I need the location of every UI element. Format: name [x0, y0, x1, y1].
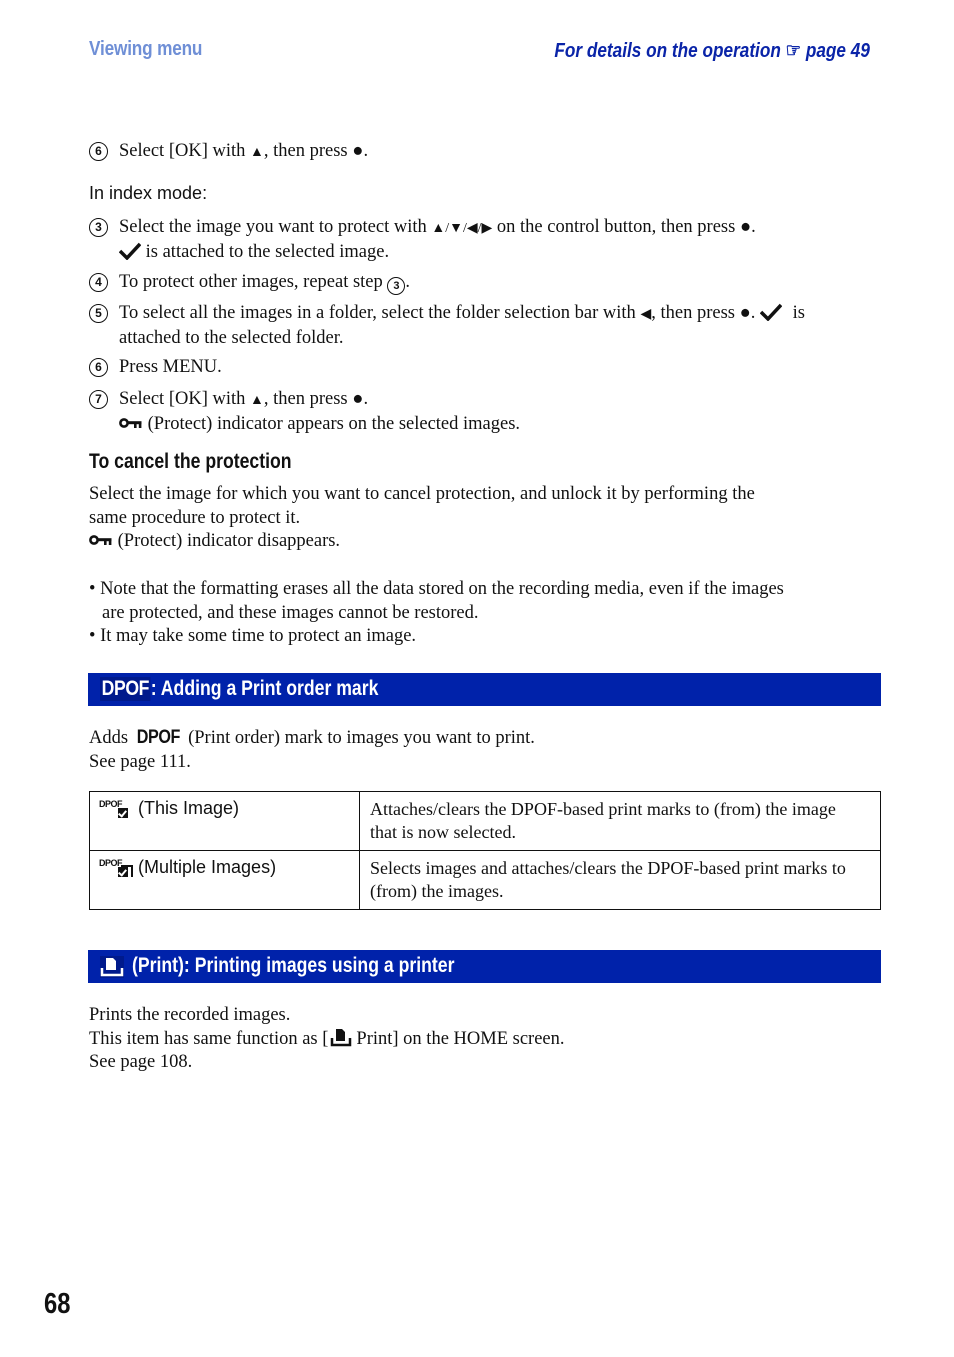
bullet: • [89, 579, 96, 599]
center-button-icon: ● [352, 389, 364, 409]
step-5: 5 To select all the images in a folder, … [89, 302, 879, 350]
print-section-title: (Print): Printing images using a printer [132, 954, 455, 977]
center-button-icon: ● [739, 303, 751, 323]
note-item: • Note that the formatting erases all th… [89, 579, 784, 623]
cancel-description: Select the image for which you want to c… [89, 484, 755, 551]
step-number: 6 [89, 142, 108, 161]
index-mode-label: In index mode: [89, 183, 208, 203]
step-4: 4 To protect other images, repeat step 3… [89, 271, 879, 295]
dpof-section-header: DPOF: Adding a Print order mark [88, 673, 881, 706]
pointing-hand-icon: ☞ [785, 40, 802, 62]
cancel-heading: To cancel the protection [89, 450, 292, 473]
bullet: • [89, 626, 96, 646]
step-6: 6 Press MENU. [89, 356, 879, 380]
step-number: 3 [89, 218, 108, 237]
up-arrow-icon: ▲ [250, 393, 264, 408]
page-number: 68 [44, 1288, 71, 1320]
option-label: (This Image) [138, 798, 240, 818]
step-reference: 3 [387, 277, 406, 295]
checkmark-icon [760, 303, 783, 321]
reference-prefix: For details on the operation [554, 40, 781, 62]
center-button-icon: ● [352, 141, 364, 161]
dpof-icon: DPOF [136, 727, 180, 748]
print-icon [100, 956, 124, 978]
dpof-this-image-icon: DPOF [99, 798, 133, 818]
step-number: 7 [89, 390, 108, 409]
step-number: 4 [89, 273, 108, 292]
print-icon [331, 1028, 352, 1046]
table-row: DPOF (This Image) Attaches/clears the DP… [89, 791, 881, 851]
key-icon [89, 535, 112, 545]
step-3: 3 Select the image you want to protect w… [89, 216, 879, 264]
section-header: Viewing menu [89, 38, 203, 60]
step-number: 5 [89, 304, 108, 323]
option-label: (Multiple Images) [138, 857, 277, 877]
step-6-top: 6 Select [OK] with ▲, then press ●. [89, 140, 879, 165]
see-page-link[interactable]: See page 108. [89, 1051, 889, 1075]
left-arrow-icon: ◀ [640, 307, 652, 322]
print-section-header: (Print): Printing images using a printer [88, 950, 881, 983]
step-number: 6 [89, 358, 108, 377]
up-arrow-icon: ▲ [250, 145, 264, 160]
dpof-description: Adds DPOF (Print order) mark to images y… [89, 726, 889, 774]
checkmark-icon [119, 242, 141, 260]
page-reference[interactable]: For details on the operation ☞ page 49 [554, 38, 870, 63]
direction-arrows-icon: ▲/▼/◀/▶ [431, 221, 493, 236]
dpof-multiple-images-icon: DPOF [99, 857, 133, 877]
notes-list: • Note that the formatting erases all th… [89, 578, 889, 649]
dpof-icon: DPOF [100, 677, 151, 701]
dpof-section-title: : Adding a Print order mark [150, 677, 379, 700]
key-icon [119, 417, 142, 428]
table-row: DPOF (Multiple Images) Selects images an… [89, 850, 881, 910]
note-item: • It may take some time to protect an im… [89, 626, 417, 646]
print-description: Prints the recorded images. This item ha… [89, 1004, 889, 1075]
step-7: 7 Select [OK] with ▲, then press ●. (Pro… [89, 388, 879, 436]
center-button-icon: ● [739, 217, 752, 237]
see-page-link[interactable]: See page 111. [89, 751, 889, 775]
reference-page: page 49 [805, 40, 870, 62]
dpof-options-table: DPOF (This Image) Attaches/clears the DP… [89, 791, 881, 910]
